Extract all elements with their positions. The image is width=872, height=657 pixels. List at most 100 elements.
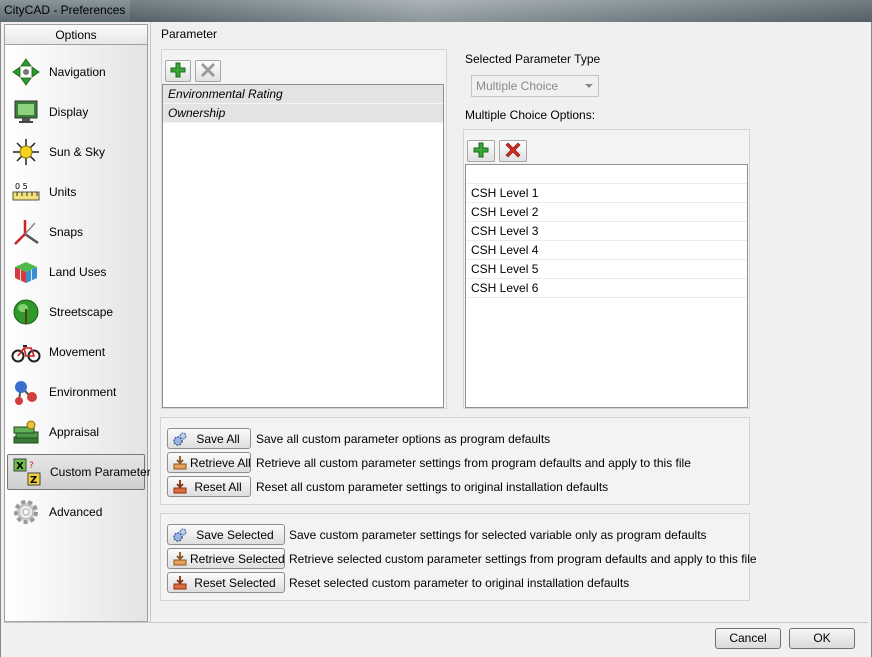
choice-options-panel: CSH Level 1 CSH Level 2 CSH Level 3 CSH … bbox=[463, 129, 750, 409]
reset-selected-button[interactable]: Reset Selected bbox=[167, 572, 285, 593]
nav-item-label: Navigation bbox=[49, 65, 106, 79]
reset-all-button[interactable]: Reset All bbox=[167, 476, 251, 497]
save-all-button[interactable]: Save All bbox=[167, 428, 251, 449]
option-item[interactable]: CSH Level 2 bbox=[466, 203, 747, 222]
option-item[interactable]: CSH Level 1 bbox=[466, 184, 747, 203]
nav-item-label: Streetscape bbox=[49, 305, 114, 319]
save-gears-icon bbox=[172, 431, 188, 447]
all-parameters-actions-group: Save All Save all custom parameter optio… bbox=[160, 417, 750, 505]
sun-icon bbox=[11, 137, 41, 167]
preferences-window: Options Navigation Display Sun & Sky 0 5… bbox=[0, 22, 872, 657]
custom-parameters-page: Parameter Environmental Rating Ownership… bbox=[150, 22, 869, 624]
nav-item-appraisal[interactable]: Appraisal bbox=[7, 414, 145, 450]
nav-item-sun-sky[interactable]: Sun & Sky bbox=[7, 134, 145, 170]
title-bar: CityCAD - Preferences bbox=[0, 0, 872, 22]
nav-item-label: Snaps bbox=[49, 225, 84, 239]
parameter-type-select[interactable]: Multiple Choice bbox=[471, 75, 599, 97]
chevron-down-icon bbox=[585, 84, 593, 88]
nav-item-environment[interactable]: Environment bbox=[7, 374, 145, 410]
save-all-description: Save all custom parameter options as pro… bbox=[256, 432, 551, 446]
land-use-blocks-icon bbox=[11, 257, 41, 287]
navigation-arrows-icon bbox=[11, 57, 41, 87]
window-title: CityCAD - Preferences bbox=[4, 3, 126, 17]
plus-icon bbox=[170, 62, 186, 81]
option-item[interactable]: CSH Level 3 bbox=[466, 222, 747, 241]
retrieve-all-description: Retrieve all custom parameter settings f… bbox=[256, 456, 691, 470]
nav-item-land-uses[interactable]: Land Uses bbox=[7, 254, 145, 290]
svg-text:X: X bbox=[16, 461, 24, 472]
retrieve-selected-label: Retrieve Selected bbox=[190, 551, 285, 566]
nav-item-snaps[interactable]: Snaps bbox=[7, 214, 145, 250]
save-gears-icon bbox=[172, 527, 188, 543]
options-header: Options bbox=[5, 25, 147, 45]
add-parameter-button[interactable] bbox=[165, 60, 191, 82]
reset-all-description: Reset all custom parameter settings to o… bbox=[256, 480, 609, 494]
cancel-button[interactable]: Cancel bbox=[715, 628, 781, 649]
delete-option-button[interactable] bbox=[499, 140, 527, 162]
option-item[interactable]: CSH Level 5 bbox=[466, 260, 747, 279]
nav-item-custom-parameters[interactable]: X Z ? Custom Parameters bbox=[7, 454, 157, 490]
reset-arrow-icon bbox=[172, 575, 188, 591]
plus-icon bbox=[473, 142, 489, 161]
nav-item-advanced[interactable]: Advanced bbox=[7, 494, 145, 530]
retrieve-selected-button[interactable]: Retrieve Selected bbox=[167, 548, 285, 569]
nav-item-label: Sun & Sky bbox=[49, 145, 106, 159]
display-monitor-icon bbox=[11, 97, 41, 127]
svg-text:?: ? bbox=[29, 461, 34, 471]
reset-arrow-icon bbox=[172, 479, 188, 495]
retrieve-selected-description: Retrieve selected custom parameter setti… bbox=[289, 552, 757, 566]
retrieve-arrow-icon bbox=[172, 551, 188, 567]
save-all-label: Save All bbox=[196, 431, 240, 446]
retrieve-all-label: Retrieve All bbox=[190, 455, 251, 470]
save-selected-button[interactable]: Save Selected bbox=[167, 524, 285, 545]
gear-icon bbox=[11, 497, 41, 527]
nav-item-movement[interactable]: Movement bbox=[7, 334, 145, 370]
nav-item-streetscape[interactable]: Streetscape bbox=[7, 294, 145, 330]
selected-parameter-actions-group: Save Selected Save custom parameter sett… bbox=[160, 513, 757, 601]
nav-item-label: Appraisal bbox=[49, 425, 100, 439]
nav-item-label: Land Uses bbox=[49, 265, 107, 279]
add-option-button[interactable] bbox=[467, 140, 495, 162]
retrieve-arrow-icon bbox=[172, 455, 188, 471]
choice-options-heading: Multiple Choice Options: bbox=[465, 108, 596, 122]
reset-all-label: Reset All bbox=[194, 479, 242, 494]
svg-text:Z: Z bbox=[30, 475, 37, 486]
parameter-item[interactable]: Environmental Rating bbox=[163, 85, 443, 104]
parameter-type-value: Multiple Choice bbox=[476, 79, 559, 93]
delete-x-icon bbox=[200, 62, 216, 81]
choice-options-list: CSH Level 1 CSH Level 2 CSH Level 3 CSH … bbox=[465, 164, 748, 408]
delete-x-icon bbox=[505, 142, 521, 161]
nav-item-units[interactable]: 0 5 Units bbox=[7, 174, 145, 210]
ruler-units-icon: 0 5 bbox=[11, 177, 41, 207]
retrieve-all-button[interactable]: Retrieve All bbox=[167, 452, 251, 473]
parameter-heading: Parameter bbox=[161, 27, 218, 41]
bicycle-icon bbox=[11, 337, 41, 367]
delete-parameter-button[interactable] bbox=[195, 60, 221, 82]
nav-item-label: Display bbox=[49, 105, 89, 119]
nav-item-label: Units bbox=[49, 185, 77, 199]
nav-item-display[interactable]: Display bbox=[7, 94, 145, 130]
svg-text:0 5: 0 5 bbox=[15, 182, 28, 191]
tree-icon bbox=[11, 297, 41, 327]
nav-item-navigation[interactable]: Navigation bbox=[7, 54, 145, 90]
nav-item-label: Environment bbox=[49, 385, 117, 399]
parameter-panel: Environmental Rating Ownership bbox=[161, 49, 447, 409]
molecule-icon bbox=[11, 377, 41, 407]
nav-item-label: Movement bbox=[49, 345, 106, 359]
parameter-item[interactable]: Ownership bbox=[163, 104, 443, 123]
custom-parameters-icon: X Z ? bbox=[12, 457, 42, 487]
option-item[interactable]: CSH Level 6 bbox=[466, 279, 747, 298]
money-stack-icon bbox=[11, 417, 41, 447]
option-item[interactable] bbox=[466, 165, 747, 184]
dialog-footer: Cancel OK bbox=[4, 622, 868, 653]
snaps-axes-icon bbox=[11, 217, 41, 247]
save-selected-description: Save custom parameter settings for selec… bbox=[289, 528, 707, 542]
parameter-list: Environmental Rating Ownership bbox=[162, 84, 444, 408]
option-item[interactable]: CSH Level 4 bbox=[466, 241, 747, 260]
title-bar-glass bbox=[130, 0, 872, 22]
ok-button[interactable]: OK bbox=[789, 628, 855, 649]
options-nav: Options Navigation Display Sun & Sky 0 5… bbox=[4, 24, 157, 622]
nav-item-label: Custom Parameters bbox=[50, 465, 157, 479]
parameter-type-heading: Selected Parameter Type bbox=[465, 52, 601, 66]
reset-selected-description: Reset selected custom parameter to origi… bbox=[289, 576, 630, 590]
